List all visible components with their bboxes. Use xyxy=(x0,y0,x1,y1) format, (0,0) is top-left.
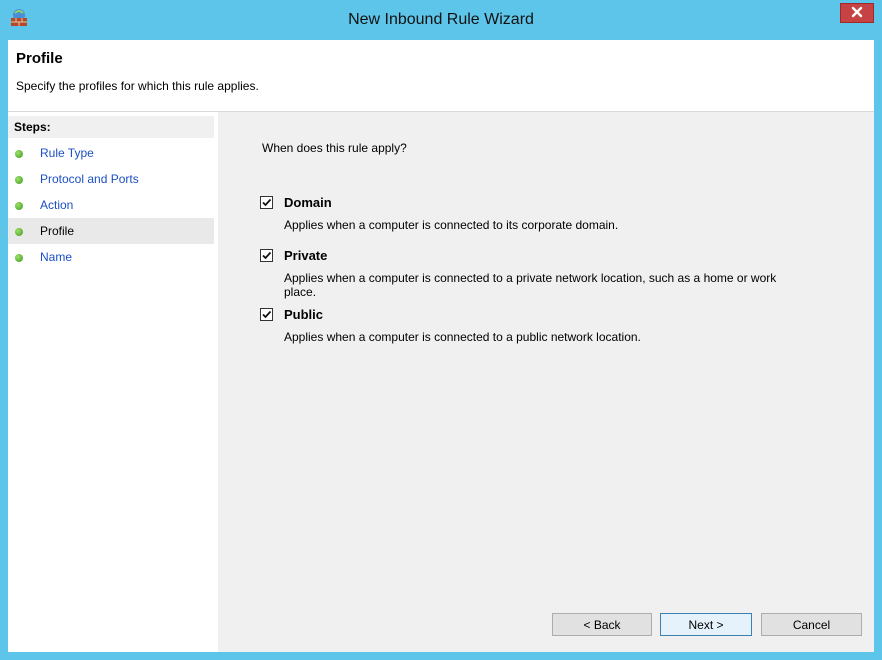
page-subtitle: Specify the profiles for which this rule… xyxy=(16,79,259,93)
domain-label[interactable]: Domain xyxy=(284,195,332,210)
next-button[interactable]: Next > xyxy=(660,613,752,636)
step-label: Action xyxy=(40,198,74,212)
cancel-button[interactable]: Cancel xyxy=(761,613,862,636)
public-label[interactable]: Public xyxy=(284,307,323,322)
step-action[interactable]: Action xyxy=(8,192,214,218)
checkmark-icon xyxy=(262,198,272,207)
step-label: Name xyxy=(40,250,73,264)
step-status-icon xyxy=(15,150,23,158)
public-description: Applies when a computer is connected to … xyxy=(284,330,641,344)
step-label: Protocol and Ports xyxy=(40,172,139,186)
checkmark-icon xyxy=(262,310,272,319)
step-profile[interactable]: Profile xyxy=(8,218,214,244)
private-checkbox[interactable] xyxy=(260,249,273,262)
steps-heading: Steps: xyxy=(8,116,214,138)
private-label[interactable]: Private xyxy=(284,248,327,263)
wizard-header: Profile Specify the profiles for which t… xyxy=(8,40,874,112)
page-title: Profile xyxy=(16,50,63,67)
step-status-icon xyxy=(15,254,23,262)
question-text: When does this rule apply? xyxy=(262,141,407,155)
close-button[interactable] xyxy=(840,3,874,23)
content-panel: When does this rule apply? Domain Applie… xyxy=(218,112,874,652)
step-status-icon xyxy=(15,202,23,210)
steps-panel: Steps: Rule Type Protocol and Ports Acti… xyxy=(8,112,214,652)
private-description: Applies when a computer is connected to … xyxy=(284,271,777,299)
close-icon xyxy=(851,6,863,21)
step-status-icon xyxy=(15,228,23,236)
wizard-window: New Inbound Rule Wizard Profile Specify … xyxy=(0,0,882,660)
step-protocol-and-ports[interactable]: Protocol and Ports xyxy=(8,166,214,192)
domain-checkbox[interactable] xyxy=(260,196,273,209)
public-checkbox[interactable] xyxy=(260,308,273,321)
step-label: Rule Type xyxy=(40,146,94,160)
step-name[interactable]: Name xyxy=(8,244,214,270)
step-rule-type[interactable]: Rule Type xyxy=(8,140,214,166)
checkmark-icon xyxy=(262,251,272,260)
window-title: New Inbound Rule Wizard xyxy=(348,11,534,28)
step-status-icon xyxy=(15,176,23,184)
back-button[interactable]: < Back xyxy=(552,613,652,636)
title-bar[interactable]: New Inbound Rule Wizard xyxy=(0,0,882,40)
step-label: Profile xyxy=(40,224,75,238)
domain-description: Applies when a computer is connected to … xyxy=(284,218,619,232)
